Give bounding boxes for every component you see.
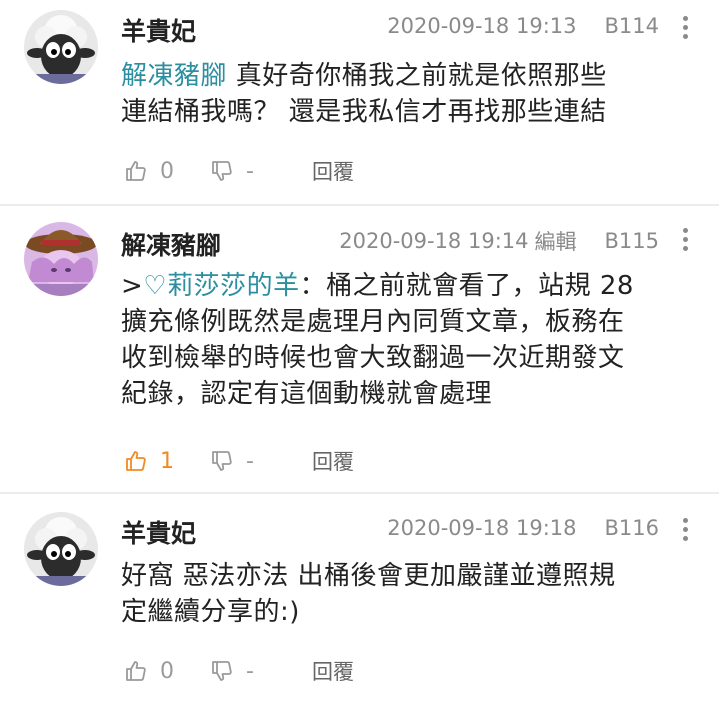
sheep-avatar-icon <box>24 512 98 586</box>
like-button[interactable]: 1 <box>124 449 174 474</box>
more-options-icon[interactable] <box>683 518 689 545</box>
quote-prefix: > <box>121 271 144 301</box>
mention-link[interactable]: 解凍豬腳 <box>121 61 227 91</box>
comment-text: 紀錄，認定有這個動機就會處理 <box>121 379 493 409</box>
sheep-avatar-icon <box>24 10 98 84</box>
floor-number: B115 <box>604 229 660 253</box>
comment-meta: 2020-09-18 19:14 編輯 B115 <box>339 226 659 256</box>
like-button[interactable]: 0 <box>124 159 174 184</box>
thumbs-up-icon <box>126 451 146 471</box>
floor-number: B114 <box>604 14 660 38</box>
comment-text: ：桶之前就會看了，站規 28 <box>299 271 634 301</box>
comment-b114: 羊貴妃 2020-09-18 19:13 B114 解凍豬腳 真好奇你桶我之前就… <box>0 0 719 204</box>
dislike-button[interactable]: - <box>210 449 254 474</box>
reply-button[interactable]: 回覆 <box>312 156 354 186</box>
like-button[interactable]: 0 <box>124 659 174 684</box>
comment-text: 擴充條例既然是處理月內同質文章，板務在 <box>121 307 625 337</box>
comment-body: >♡莉莎莎的羊：桶之前就會看了，站規 28 擴充條例既然是處理月內同質文章，板務… <box>121 268 695 412</box>
avatar[interactable] <box>24 222 98 296</box>
author-name[interactable]: 羊貴妃 <box>121 514 196 550</box>
thumbs-down-icon <box>212 161 232 181</box>
floor-number: B116 <box>604 516 660 540</box>
more-options-icon[interactable] <box>683 16 689 43</box>
thumbs-up-icon <box>126 161 146 181</box>
comment-meta: 2020-09-18 19:18 B116 <box>387 516 659 540</box>
edited-label: 編輯 <box>534 230 577 254</box>
thumbs-down-icon <box>212 451 232 471</box>
like-count: 0 <box>160 158 174 184</box>
comment-datetime: 2020-09-18 19:18 <box>387 516 577 540</box>
dislike-count: - <box>246 658 254 684</box>
mention-link[interactable]: ♡莉莎莎的羊 <box>143 271 299 301</box>
reply-button[interactable]: 回覆 <box>312 656 354 686</box>
pink-hat-avatar-icon <box>24 222 98 296</box>
more-options-icon[interactable] <box>683 228 689 255</box>
comment-text: 收到檢舉的時候也會大致翻過一次近期發文 <box>121 343 625 373</box>
comment-text: 連結桶我嗎？ 還是我私信才再找那些連結 <box>121 97 607 127</box>
comment-body: 好窩 惡法亦法 出桶後會更加嚴謹並遵照規 定繼續分享的:) <box>121 558 695 630</box>
dislike-button[interactable]: - <box>210 159 254 184</box>
dislike-count: - <box>246 158 254 184</box>
author-name[interactable]: 羊貴妃 <box>121 12 196 48</box>
author-name[interactable]: 解凍豬腳 <box>121 226 221 262</box>
thumbs-down-icon <box>212 661 232 681</box>
comment-actions: 0 - 回覆 <box>124 656 354 686</box>
comment-text: 定繼續分享的:) <box>121 597 300 627</box>
comment-actions: 0 - 回覆 <box>124 156 354 186</box>
reply-button[interactable]: 回覆 <box>312 446 354 476</box>
dislike-count: - <box>246 448 254 474</box>
comment-datetime: 2020-09-18 19:14 <box>339 229 529 253</box>
like-count: 1 <box>160 448 174 474</box>
comment-datetime: 2020-09-18 19:13 <box>387 14 577 38</box>
comment-text: 真好奇你桶我之前就是依照那些 <box>227 61 607 91</box>
thumbs-up-icon <box>126 661 146 681</box>
like-count: 0 <box>160 658 174 684</box>
comment-text: 好窩 惡法亦法 出桶後會更加嚴謹並遵照規 <box>121 561 616 591</box>
avatar[interactable] <box>24 512 98 586</box>
comment-body: 解凍豬腳 真好奇你桶我之前就是依照那些 連結桶我嗎？ 還是我私信才再找那些連結 <box>121 58 695 130</box>
avatar[interactable] <box>24 10 98 84</box>
comment-b115: 解凍豬腳 2020-09-18 19:14 編輯 B115 >♡莉莎莎的羊：桶之… <box>0 206 719 492</box>
comment-actions: 1 - 回覆 <box>124 446 354 476</box>
comment-meta: 2020-09-18 19:13 B114 <box>387 14 659 38</box>
dislike-button[interactable]: - <box>210 659 254 684</box>
comment-b116: 羊貴妃 2020-09-18 19:18 B116 好窩 惡法亦法 出桶後會更加… <box>0 494 719 711</box>
